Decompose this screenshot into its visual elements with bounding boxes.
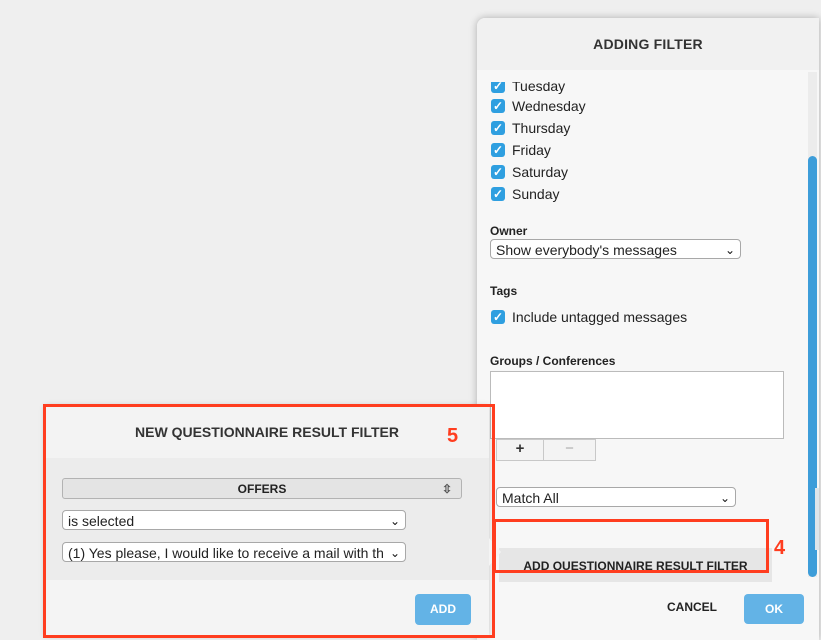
owner-select[interactable]: Show everybody's messages ⌄	[490, 239, 741, 259]
check-icon: ✓	[491, 165, 505, 179]
ok-button[interactable]: OK	[744, 594, 804, 624]
match-select-value: Match All	[502, 490, 559, 506]
scroll-clip	[477, 70, 807, 82]
check-icon: ✓	[491, 143, 505, 157]
add-group-button[interactable]: +	[496, 439, 544, 461]
owner-label: Owner	[490, 224, 528, 238]
check-icon: ✓	[491, 99, 505, 113]
groups-list[interactable]	[490, 371, 784, 439]
cancel-button[interactable]: CANCEL	[667, 600, 717, 614]
dialog-title: ADDING FILTER	[477, 18, 819, 70]
include-untagged-label: Include untagged messages	[512, 309, 688, 325]
annotation-box-4	[493, 519, 769, 573]
day-checkbox-thursday[interactable]: ✓ Thursday	[491, 118, 570, 138]
day-checkbox-wednesday[interactable]: ✓ Wednesday	[491, 96, 586, 116]
day-checkbox-saturday[interactable]: ✓ Saturday	[491, 162, 568, 182]
day-label: Thursday	[512, 120, 571, 136]
chevron-down-icon: ⌄	[724, 243, 735, 257]
annotation-number-4: 4	[774, 537, 786, 559]
groups-label: Groups / Conferences	[490, 354, 616, 368]
check-icon: ✓	[491, 121, 505, 135]
annotation-number-5: 5	[447, 425, 459, 447]
day-checkbox-sunday[interactable]: ✓ Sunday	[491, 184, 559, 204]
day-label: Friday	[512, 142, 551, 158]
owner-select-value: Show everybody's messages	[496, 242, 677, 258]
dialog-body: ✓ Tuesday ✓ Wednesday ✓ Thursday ✓ Frida…	[477, 70, 819, 582]
day-label: Saturday	[512, 164, 569, 180]
chevron-down-icon: ⌄	[719, 491, 730, 505]
day-label: Wednesday	[512, 98, 586, 114]
day-checkbox-friday[interactable]: ✓ Friday	[491, 140, 551, 160]
check-icon: ✓	[491, 187, 505, 201]
remove-group-button[interactable]: −	[543, 439, 596, 461]
annotation-box-5	[43, 404, 495, 638]
include-untagged-checkbox[interactable]: ✓ Include untagged messages	[491, 307, 687, 327]
match-select[interactable]: Match All ⌄	[496, 487, 736, 507]
check-icon: ✓	[491, 310, 505, 324]
dialog-footer: CANCEL OK	[477, 582, 819, 640]
day-label: Sunday	[512, 186, 560, 202]
tags-label: Tags	[490, 284, 518, 298]
dialog-edge	[815, 488, 819, 550]
